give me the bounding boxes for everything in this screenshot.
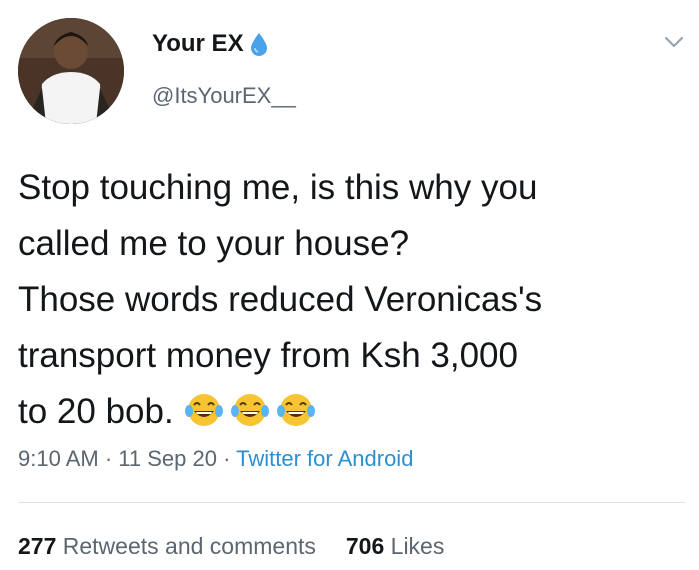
tweet-text-line: called me to your house?	[18, 224, 410, 263]
tweet-text-last-line: to 20 bob.	[18, 384, 688, 440]
retweets-label: Retweets and comments	[62, 533, 316, 559]
water-drop-icon	[250, 32, 268, 56]
meta-separator: ·	[216, 446, 237, 471]
user-handle[interactable]: @ItsYourEX__	[152, 83, 296, 109]
emoji-group	[184, 389, 316, 429]
tweet-date[interactable]: 11 Sep 20	[118, 446, 217, 471]
tweet-source-link[interactable]: Twitter for Android	[236, 446, 413, 471]
meta-separator: ·	[98, 446, 119, 471]
avatar-image	[18, 18, 124, 124]
retweets-stat[interactable]: 277 Retweets and comments	[18, 533, 316, 559]
tweet-card: Your EX @ItsYourEX__ Stop touching me, i…	[0, 0, 699, 570]
tweet-text-line: to 20 bob.	[18, 392, 174, 431]
user-name-row: Your EX	[152, 30, 268, 58]
likes-label: Likes	[390, 533, 445, 559]
laughing-tears-emoji-icon	[276, 394, 315, 426]
tweet-time[interactable]: 9:10 AM	[18, 446, 99, 471]
display-name[interactable]: Your EX	[152, 30, 244, 58]
tweet-stats: 277 Retweets and comments 706 Likes	[18, 533, 444, 560]
laughing-tears-emoji-icon	[230, 394, 269, 426]
tweet-text-line: Those words reduced Veronicas's	[18, 280, 543, 319]
laughing-tears-emoji-icon	[184, 394, 223, 426]
likes-stat[interactable]: 706 Likes	[346, 533, 444, 559]
chevron-down-icon[interactable]	[663, 34, 685, 50]
tweet-text: Stop touching me, is this why you called…	[18, 160, 688, 440]
tweet-text-line: Stop touching me, is this why you	[18, 168, 538, 207]
retweets-count: 277	[18, 533, 57, 559]
tweet-text-line: transport money from Ksh 3,000	[18, 336, 518, 375]
likes-count: 706	[345, 533, 385, 559]
avatar[interactable]	[18, 18, 124, 124]
tweet-meta: 9:10 AM · 11 Sep 20 · Twitter for Androi…	[18, 446, 413, 472]
divider	[18, 502, 685, 503]
